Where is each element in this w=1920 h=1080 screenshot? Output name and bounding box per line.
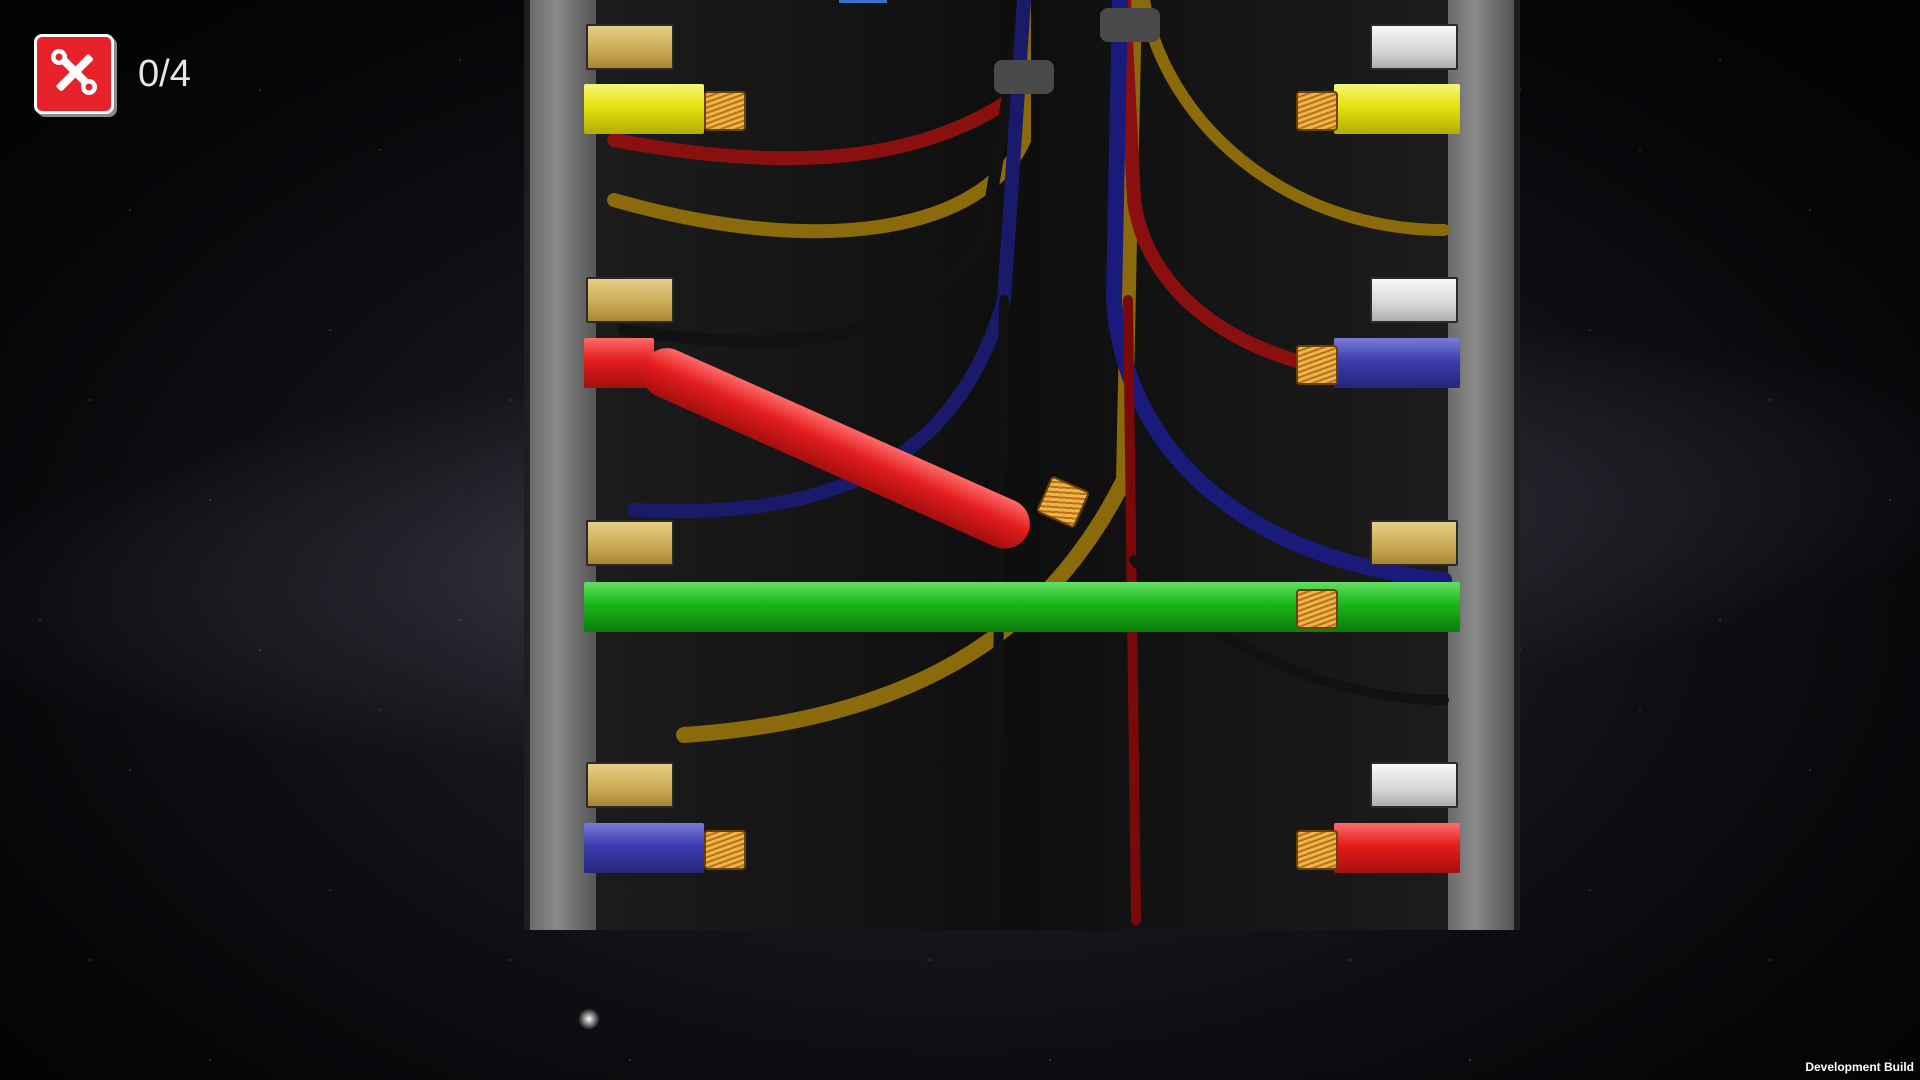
right-wire-green-tip: [1296, 589, 1338, 629]
right-slot-2: [1370, 277, 1458, 323]
right-slot-3: [1370, 520, 1458, 566]
bright-star: [578, 1008, 600, 1030]
right-wire-blue: [1334, 338, 1460, 388]
progress-counter: 0/4: [138, 52, 191, 95]
build-label: Development Build: [1805, 1060, 1914, 1074]
right-wire-red-tip: [1296, 830, 1338, 870]
left-slot-4: [586, 762, 674, 808]
right-wire-red: [1334, 823, 1460, 873]
right-slot-1: [1370, 24, 1458, 70]
left-wire-blue-tip[interactable]: [704, 830, 746, 870]
right-slot-4: [1370, 762, 1458, 808]
left-wire-blue[interactable]: [584, 823, 704, 873]
right-wire-yellow-tip: [1296, 91, 1338, 131]
right-wire-blue-tip: [1296, 345, 1338, 385]
hud: 0/4: [34, 34, 191, 114]
left-slot-2: [586, 277, 674, 323]
left-slot-1: [586, 24, 674, 70]
tool-button[interactable]: [34, 34, 114, 114]
left-wire-yellow[interactable]: [584, 84, 704, 134]
left-wire-yellow-tip[interactable]: [704, 91, 746, 131]
left-slot-3: [586, 520, 674, 566]
right-wire-green: [1334, 582, 1460, 632]
wrench-screwdriver-icon: [47, 45, 101, 104]
left-wire-green-connected[interactable]: [584, 582, 1412, 632]
wiring-panel: [524, 0, 1520, 930]
right-wire-yellow: [1334, 84, 1460, 134]
